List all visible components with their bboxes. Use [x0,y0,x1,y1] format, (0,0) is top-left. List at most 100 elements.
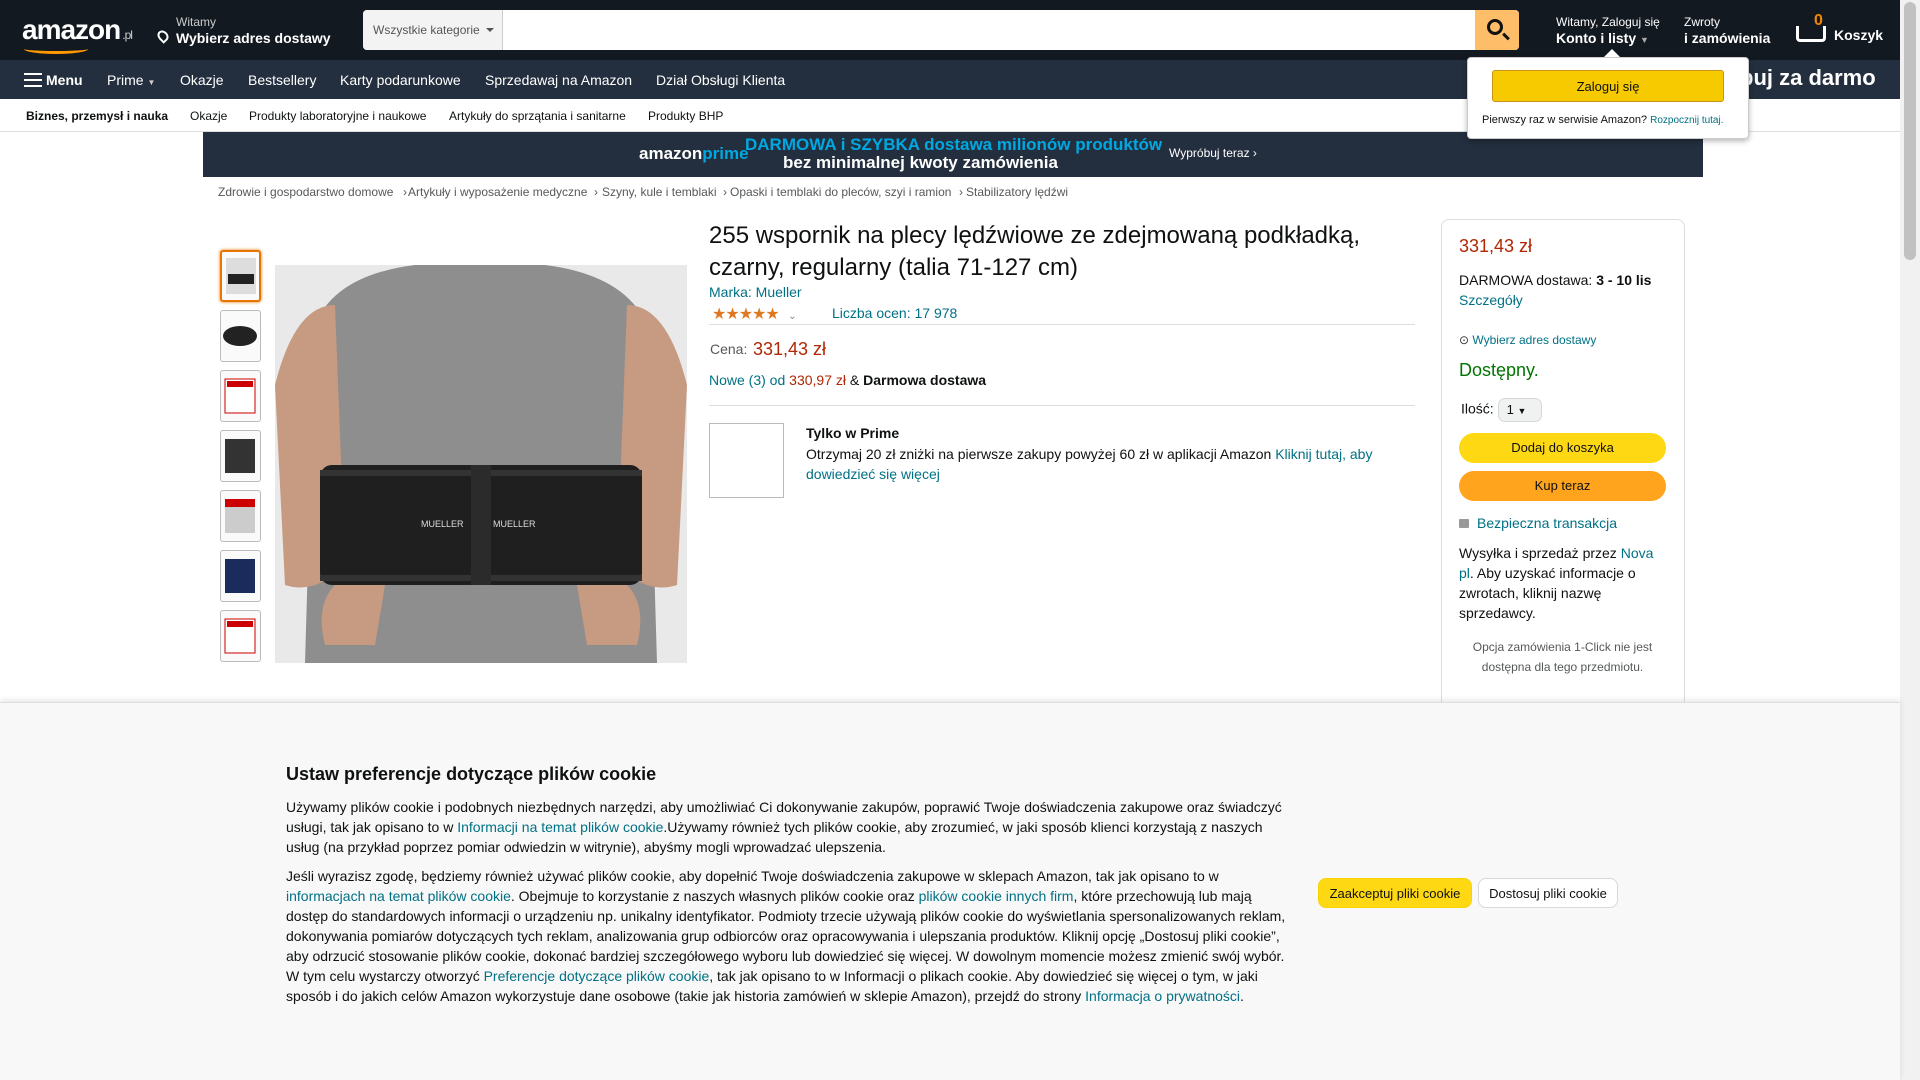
category-item[interactable]: Biznes, przemysł i nauka [26,109,168,123]
returns-orders[interactable]: Zwroty i zamówienia [1684,15,1770,46]
caret-down-icon: ▼ [147,78,156,87]
deliver-bottom: Wybierz adres dostawy [176,30,331,46]
location-pin-icon: ⊙ [1459,333,1470,347]
star-rating-icon: ★★★★★ [712,306,780,323]
breadcrumb: Zdrowie i gospodarstwo domowe › Artykuły… [0,185,1900,201]
prime-app-image [709,423,784,498]
start-here-link[interactable]: Rozpocznij tutaj. [1650,115,1723,126]
category-item[interactable]: Artykuły do sprzątania i sanitarne [449,109,626,123]
address-link[interactable]: ⊙ Wybierz adres dostawy [1459,333,1596,347]
breadcrumb-item[interactable]: Opaski i temblaki do pleców, szyi i rami… [730,185,951,199]
brand-link[interactable]: Marka: Mueller [709,284,802,300]
offers-line: Nowe (3) od 330,97 zł & Darmowa dostawa [709,372,986,388]
product-title: 255 wspornik na plecy lędźwiowe ze zdejm… [709,222,1361,281]
cookie-title: Ustaw preferencje dotyczące plików cooki… [286,764,657,784]
account-bottom-label: Konto i listy [1556,30,1637,46]
product-thumbnail[interactable] [220,490,261,542]
prime-only-title: Tylko w Prime [806,425,900,441]
product-thumbnail[interactable] [220,370,261,422]
product-image-logo: MUELLER [493,519,536,529]
customize-cookies-button[interactable]: Dostosuj pliki cookie [1478,878,1618,908]
nav-item-customer-service[interactable]: Dział Obsługi Klienta [656,72,785,88]
divider [709,405,1415,406]
buy-now-button[interactable]: Kup teraz [1459,471,1666,501]
caret-down-icon: ▼ [1640,35,1649,45]
product-main-image[interactable]: MUELLER MUELLER [275,265,687,663]
scrollbar-thumb[interactable] [1904,2,1916,260]
quantity-label: Ilość: [1461,400,1494,417]
cookie-info-link[interactable]: informacjach na temat plików cookie [286,888,511,904]
new-customer-text: Pierwszy raz w serwisie Amazon? Rozpoczn… [1482,114,1724,126]
product-thumbnail[interactable] [220,250,261,302]
search-input[interactable] [503,10,1475,50]
category-item[interactable]: Produkty BHP [648,109,723,123]
ship-prefix: Wysyłka i sprzedaż przez [1459,545,1617,561]
offers-price: 330,97 zł [789,372,846,388]
search-category-select[interactable]: Wszystkie kategorie [363,10,503,50]
search-button[interactable] [1475,10,1519,50]
menu-button[interactable]: Menu [46,72,83,88]
new-customer-label: Pierwszy raz w serwisie Amazon? [1482,114,1648,126]
nav-item-prime[interactable]: Prime ▼ [107,72,155,88]
nav-item-prime-label: Prime [107,72,144,88]
ship-suffix: . Aby uzyskać informacje o zwrotach, kli… [1459,565,1636,621]
cart-link[interactable]: 0 Koszyk [1794,12,1884,50]
nav-item-deals[interactable]: Okazje [180,72,224,88]
cookie-consent-banner: Ustaw preferencje dotyczące plików cooki… [0,702,1900,1080]
add-to-cart-button[interactable]: Dodaj do koszyka [1459,433,1666,463]
prime-promo-text[interactable]: buj za darmo [1740,65,1876,91]
delivery-date: 3 - 10 lis [1596,272,1652,288]
product-thumbnail[interactable] [220,430,261,482]
product-thumbnail[interactable] [220,610,261,662]
cookie-preferences-link[interactable]: Preferencje dotyczące plików cookie [484,968,710,984]
logo-smile-icon [24,44,88,54]
prime-logo: amazonprime [639,144,749,164]
secure-transaction[interactable]: Bezpieczna transakcja [1459,515,1617,531]
rating-stars[interactable]: ★★★★★ ⌄ [712,304,797,324]
secure-transaction-link: Bezpieczna transakcja [1477,515,1618,531]
breadcrumb-item[interactable]: Stabilizatory lędźwi [966,185,1068,199]
privacy-notice-link[interactable]: Informacja o prywatności [1085,988,1240,1004]
signin-button[interactable]: Zaloguj się [1492,70,1724,102]
returns-bottom: i zamówienia [1684,30,1771,46]
prime-only-text: Otrzymaj 20 zł zniżki na pierwsze zakupy… [806,444,1406,484]
account-bottom: Konto i listy ▼ [1556,30,1660,46]
category-item[interactable]: Okazje [190,109,227,123]
ratings-count-link[interactable]: Liczba ocen: 17 978 [832,305,957,321]
breadcrumb-item[interactable]: Artykuły i wyposażenie medyczne [408,185,587,199]
search-bar: Wszystkie kategorie [363,10,1519,50]
cart-label: Koszyk [1834,27,1884,43]
offers-link-text: Nowe (3) od [709,372,786,388]
quantity-row: Ilość: 1 ▼ [1461,398,1542,422]
breadcrumb-item[interactable]: Szyny, kule i temblaki [602,185,717,199]
deliver-to[interactable]: Witamy Wybierz adres dostawy [158,15,331,46]
nav-item-sell[interactable]: Sprzedawaj na Amazon [485,72,632,88]
product-thumbnail[interactable] [220,550,261,602]
breadcrumb-item[interactable]: Zdrowie i gospodarstwo domowe [218,185,393,199]
account-lists[interactable]: Witamy, Zaloguj się Konto i listy ▼ [1556,15,1660,46]
scrollbar[interactable] [1900,0,1920,1080]
accept-cookies-button[interactable]: Zaakceptuj pliki cookie [1318,878,1472,908]
chevron-right-icon: › [723,185,727,199]
signin-popover: Zaloguj się Pierwszy raz w serwisie Amaz… [1467,49,1749,139]
quantity-select[interactable]: 1 ▼ [1497,398,1542,422]
deliver-top: Witamy [176,15,216,29]
amazon-logo[interactable]: amazon .pl [22,14,133,54]
cookie-text: Jeśli wyrazisz zgodę, będziemy również u… [286,868,1219,884]
nav-item-gift-cards[interactable]: Karty podarunkowe [340,72,461,88]
third-party-cookies-link[interactable]: plików cookie innych firm [919,888,1074,904]
buybox-price: 331,43 zł [1459,236,1533,256]
chevron-right-icon: › [594,185,598,199]
chevron-right-icon: › [403,185,407,199]
product-thumbnail[interactable] [220,310,261,362]
prime-only-body: Otrzymaj 20 zł zniżki na pierwsze zakupy… [806,446,1272,462]
offers-link[interactable]: Nowe (3) od 330,97 zł [709,372,846,388]
cookie-info-link[interactable]: Informacji na temat plików cookie [457,819,663,835]
divider [709,324,1415,325]
delivery-details-link[interactable]: Szczegóły [1459,292,1523,308]
nav-item-bestsellers[interactable]: Bestsellery [248,72,316,88]
product-price: 331,43 zł [753,339,827,359]
category-item[interactable]: Produkty laboratoryjne i naukowe [249,109,426,123]
banner-line2: bez minimalnej kwoty zamówienia [783,153,1058,172]
one-click-note: Opcja zamówienia 1-Click nie jest dostęp… [1472,640,1653,674]
